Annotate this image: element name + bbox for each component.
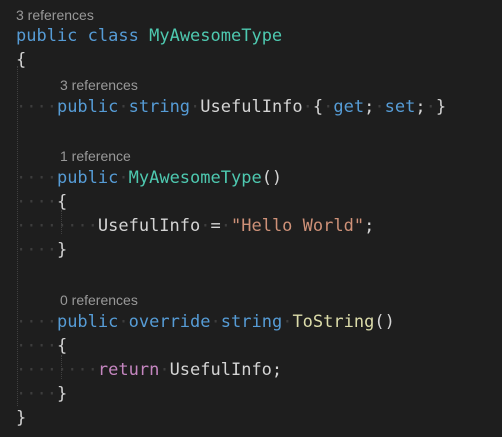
property-name: UsefulInfo bbox=[169, 360, 272, 380]
keyword-public: public bbox=[16, 26, 78, 46]
constructor-name: MyAwesomeType bbox=[128, 168, 262, 188]
keyword-return: return bbox=[97, 360, 160, 380]
code-line-close-brace[interactable]: ····} bbox=[16, 382, 67, 406]
brace: } bbox=[16, 408, 27, 428]
code-line-open-brace[interactable]: ····{ bbox=[16, 334, 67, 358]
codelens-class-references[interactable]: 3 references bbox=[16, 5, 94, 25]
keyword-override: override bbox=[128, 312, 211, 332]
brace: } bbox=[56, 240, 68, 260]
keyword-public: public bbox=[56, 97, 119, 117]
brace: } bbox=[56, 384, 68, 404]
code-line-assignment[interactable]: ········UsefulInfo·=·"Hello World"; bbox=[16, 214, 374, 238]
brace: { bbox=[56, 336, 68, 356]
codelens-tostring-references[interactable]: 0 references bbox=[60, 290, 138, 310]
code-line-constructor[interactable]: ····public·MyAwesomeType() bbox=[16, 166, 282, 190]
codelens-property-references[interactable]: 3 references bbox=[60, 75, 138, 95]
code-line-return[interactable]: ········return·UsefulInfo; bbox=[16, 358, 282, 382]
string-literal: "Hello World" bbox=[231, 216, 365, 236]
brace: { bbox=[312, 97, 324, 117]
property-name: UsefulInfo bbox=[200, 97, 303, 117]
keyword-class: class bbox=[87, 26, 139, 46]
code-line-close-brace[interactable]: ····} bbox=[16, 238, 67, 262]
code-editor[interactable]: 3 references public class MyAwesomeType … bbox=[0, 0, 502, 437]
property-name: UsefulInfo bbox=[97, 216, 201, 236]
brace: { bbox=[16, 50, 27, 70]
keyword-string: string bbox=[128, 97, 191, 117]
code-line-close-brace[interactable]: } bbox=[16, 406, 26, 430]
brace: { bbox=[56, 192, 68, 212]
code-line-class-declaration[interactable]: public class MyAwesomeType bbox=[16, 24, 282, 48]
keyword-string: string bbox=[220, 312, 283, 332]
keyword-public: public bbox=[56, 312, 119, 332]
keyword-get: get bbox=[333, 97, 365, 117]
method-name: ToString bbox=[292, 312, 375, 332]
code-line-property[interactable]: ····public·string·UsefulInfo·{·get;·set;… bbox=[16, 95, 446, 119]
brace: } bbox=[435, 97, 447, 117]
class-name: MyAwesomeType bbox=[149, 26, 283, 46]
code-line-tostring-declaration[interactable]: ····public·override·string·ToString() bbox=[16, 310, 395, 334]
code-line-open-brace[interactable]: { bbox=[16, 48, 26, 72]
keyword-public: public bbox=[56, 168, 119, 188]
keyword-set: set bbox=[384, 97, 416, 117]
codelens-constructor-references[interactable]: 1 reference bbox=[60, 146, 131, 166]
code-line-open-brace[interactable]: ····{ bbox=[16, 190, 67, 214]
